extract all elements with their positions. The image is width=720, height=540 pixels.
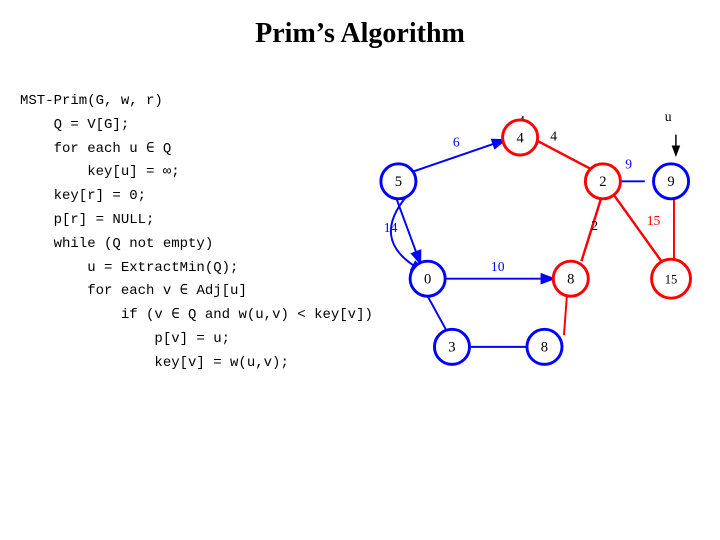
- graph-svg: 6 4 4 2 14 10 9 15: [340, 60, 710, 400]
- code-block: MST-Prim(G, w, r) Q = V[G]; for each u ∈…: [20, 90, 373, 376]
- code-line-9: for each v ∈ Adj[u]: [20, 280, 373, 304]
- node-2-label: 2: [599, 174, 606, 190]
- code-line-5: key[r] = 0;: [20, 185, 373, 209]
- node-5-label: 5: [395, 174, 402, 190]
- code-line-4: key[u] = ∞;: [20, 161, 373, 185]
- node-9-label: 9: [667, 174, 674, 190]
- edge-8-15: [615, 196, 662, 261]
- node-0-label: 0: [424, 272, 431, 288]
- edge-label-2: 2: [591, 218, 598, 233]
- edge-label-6: 6: [453, 134, 460, 149]
- edge-label-15: 15: [647, 213, 661, 228]
- code-line-7: while (Q not empty): [20, 233, 373, 257]
- code-line-3: for each u ∈ Q: [20, 138, 373, 162]
- node-4-label: 4: [516, 130, 524, 146]
- u-label: u: [665, 109, 672, 124]
- code-line-11: p[v] = u;: [20, 328, 373, 352]
- edge-4-2: [535, 139, 591, 168]
- edge-label-10: 10: [491, 259, 505, 274]
- edge-8-8b: [564, 296, 567, 335]
- node-8b-label: 8: [541, 340, 548, 356]
- node-15-label: 15: [665, 273, 678, 287]
- page-title: Prim’s Algorithm: [0, 0, 720, 50]
- code-line-12: key[v] = w(u,v);: [20, 352, 373, 376]
- graph-diagram: 6 4 4 2 14 10 9 15: [340, 60, 710, 400]
- code-line-6: p[r] = NULL;: [20, 209, 373, 233]
- code-line-1: MST-Prim(G, w, r): [20, 90, 373, 114]
- node-8-label: 8: [567, 272, 574, 288]
- code-line-8: u = ExtractMin(Q);: [20, 257, 373, 281]
- edge-label-9: 9: [625, 157, 632, 172]
- node-3-label: 3: [448, 340, 455, 356]
- code-line-2: Q = V[G];: [20, 114, 373, 138]
- code-line-10: if (v ∈ Q and w(u,v) < key[v]): [20, 304, 373, 328]
- edge-label-4: 4: [550, 128, 557, 143]
